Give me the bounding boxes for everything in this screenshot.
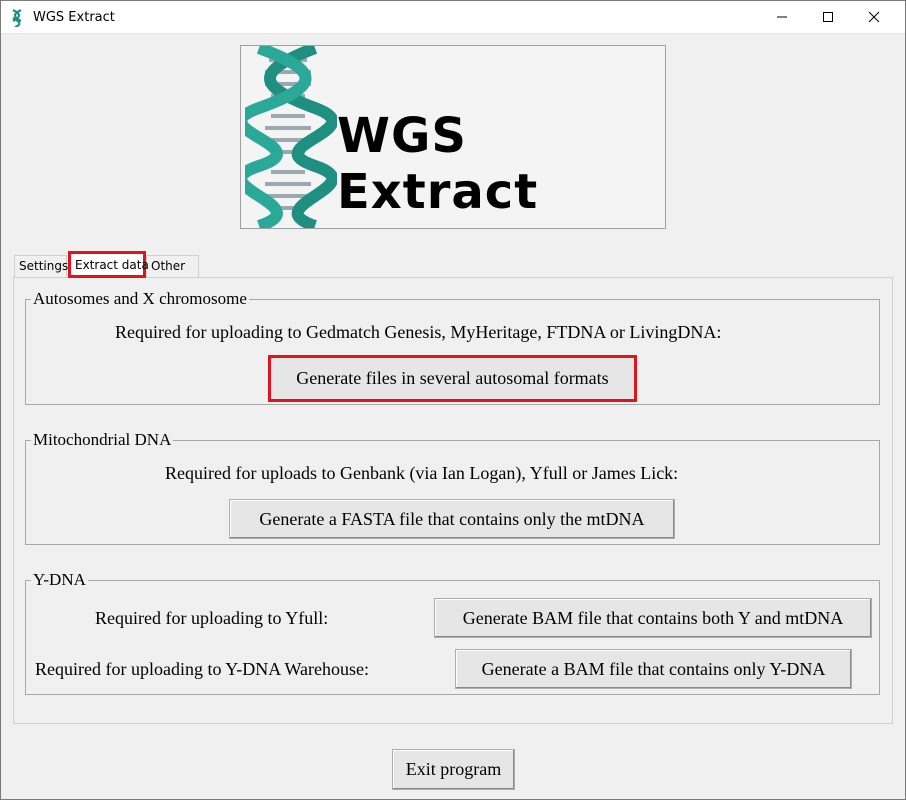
close-icon: [868, 11, 880, 23]
generate-bam-y-mt-button[interactable]: Generate BAM file that contains both Y a…: [434, 598, 872, 638]
tab-other[interactable]: Other: [146, 255, 199, 278]
dna-app-icon: [12, 9, 22, 27]
yfull-label: Required for uploading to Yfull:: [95, 608, 329, 628]
minimize-button[interactable]: [759, 1, 805, 33]
dna-helix-icon: [245, 46, 337, 228]
autosomes-description: Required for uploading to Gedmatch Genes…: [115, 322, 722, 342]
autosomes-heading: Autosomes and X chromosome: [31, 289, 249, 309]
minimize-icon: [777, 16, 787, 18]
generate-bam-y-only-button[interactable]: Generate a BAM file that contains only Y…: [455, 649, 852, 689]
title-bar[interactable]: WGS Extract: [1, 1, 905, 34]
app-window: WGS Extract WGS Extract Settings Extract…: [0, 0, 906, 800]
warehouse-label: Required for uploading to Y-DNA Warehous…: [35, 659, 369, 679]
wgs-extract-logo: WGS Extract: [240, 45, 666, 229]
logo-title: WGS Extract: [337, 108, 539, 220]
generate-fasta-button[interactable]: Generate a FASTA file that contains only…: [229, 499, 675, 539]
tab-settings[interactable]: Settings: [14, 255, 68, 278]
close-button[interactable]: [851, 1, 897, 33]
mtdna-description: Required for uploads to Genbank (via Ian…: [165, 463, 679, 483]
window-title: WGS Extract: [33, 10, 115, 25]
exit-program-button[interactable]: Exit program: [392, 749, 515, 790]
generate-autosomal-button[interactable]: Generate files in several autosomal form…: [268, 355, 637, 402]
tab-extract-data[interactable]: Extract data: [68, 251, 149, 278]
ydna-heading: Y-DNA: [31, 570, 88, 590]
maximize-button[interactable]: [805, 1, 851, 33]
maximize-icon: [823, 12, 833, 22]
mtdna-heading: Mitochondrial DNA: [31, 430, 174, 450]
